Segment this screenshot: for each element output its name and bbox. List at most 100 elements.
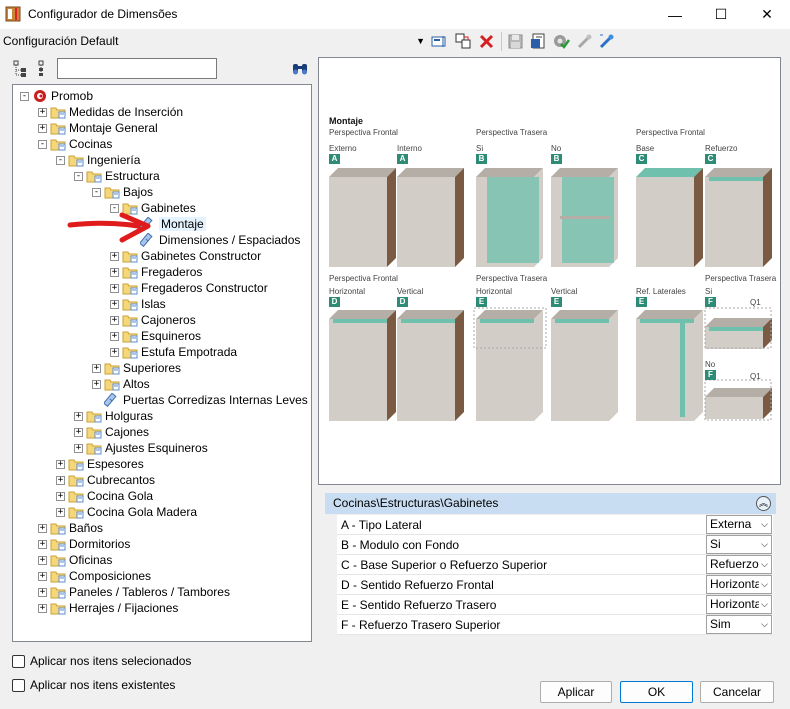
tree-item[interactable]: + Altos	[92, 376, 150, 392]
tree-item-label: Cubrecantos	[87, 473, 156, 487]
tree-item[interactable]: + Herrajes / Fijaciones	[38, 600, 178, 616]
tree-item[interactable]: + Cajones	[74, 424, 149, 440]
expand-icon[interactable]: +	[38, 555, 47, 565]
collapse-icon[interactable]: -	[20, 91, 29, 101]
tree-item[interactable]: + Paneles / Tableros / Tambores	[38, 584, 230, 600]
property-value-select[interactable]: Si ⌵	[706, 535, 772, 554]
tree-item[interactable]: - Cocinas	[38, 136, 112, 152]
tree-item[interactable]: + Esquineros	[110, 328, 201, 344]
cabinet-stripe	[709, 327, 763, 331]
expand-icon[interactable]: +	[56, 491, 65, 501]
tree-item[interactable]: + Cocina Gola Madera	[56, 504, 197, 520]
save-icon[interactable]	[507, 33, 524, 50]
delete-icon[interactable]	[478, 33, 495, 50]
apply-existing-checkbox[interactable]	[12, 678, 25, 692]
property-value-select[interactable]: Horizonta ⌵	[706, 575, 772, 594]
expand-icon[interactable]: +	[38, 587, 47, 597]
tree-item[interactable]: + Fregaderos	[110, 264, 202, 280]
expand-icon[interactable]: +	[38, 571, 47, 581]
property-value-select[interactable]: Refuerzo ⌵	[706, 555, 772, 574]
binoculars-icon[interactable]	[292, 62, 308, 76]
tree-item[interactable]: + Composiciones	[38, 568, 151, 584]
expand-icon[interactable]: +	[92, 379, 101, 389]
folder-icon	[50, 603, 66, 615]
tree-item[interactable]: + Ajustes Esquineros	[74, 440, 208, 456]
apply-button[interactable]: Aplicar	[540, 681, 612, 703]
expand-icon[interactable]: +	[38, 107, 47, 117]
copy-config-icon[interactable]	[455, 33, 472, 50]
expand-icon[interactable]: +	[110, 299, 119, 309]
tree-item[interactable]: + Cubrecantos	[56, 472, 155, 488]
cabinet-top	[329, 310, 396, 319]
tree-item[interactable]: - Promob	[20, 88, 93, 104]
property-value-select[interactable]: Externa ⌵	[706, 515, 772, 534]
tree-search-input[interactable]	[57, 58, 217, 79]
expand-icon[interactable]: +	[110, 251, 119, 261]
expand-icon[interactable]: +	[110, 331, 119, 341]
chevron-down-icon: ⌵	[759, 576, 768, 593]
cabinet-top	[551, 168, 618, 177]
tree-item[interactable]: + Baños	[38, 520, 103, 536]
tree-item[interactable]: + Cocina Gola	[56, 488, 153, 504]
tree-item[interactable]: + Fregaderos Constructor	[110, 280, 268, 296]
expand-icon[interactable]: +	[110, 315, 119, 325]
tree-item[interactable]: + Dormitorios	[38, 536, 130, 552]
tree-item[interactable]: - Estructura	[74, 168, 160, 184]
tree-item[interactable]: Puertas Corredizas Internas Leves	[92, 392, 308, 408]
tool-icon[interactable]	[576, 33, 593, 50]
apply-check-icon[interactable]	[553, 33, 570, 50]
tree-item[interactable]: - Ingeniería	[56, 152, 140, 168]
configuration-tree[interactable]: - Promob + Medidas de Inserción + Montaje Gen…	[12, 84, 312, 642]
tree-item[interactable]: + Estufa Empotrada	[110, 344, 237, 360]
apply-selected-checkbox-row[interactable]: Aplicar nos itens selecionados	[12, 653, 191, 669]
expand-icon[interactable]: +	[38, 603, 47, 613]
expand-icon[interactable]: +	[74, 443, 83, 453]
close-button[interactable]: ✕	[744, 0, 790, 29]
expand-icon[interactable]: +	[110, 283, 119, 293]
tree-item[interactable]: + Espesores	[56, 456, 144, 472]
configuration-select[interactable]: Configuración Default ▼	[0, 31, 428, 52]
tree-item[interactable]: + Gabinetes Constructor	[110, 248, 261, 264]
property-value-select[interactable]: Horizonta ⌵	[706, 595, 772, 614]
preview-label: Vertical	[551, 287, 578, 296]
apply-existing-checkbox-row[interactable]: Aplicar nos itens existentes	[12, 677, 175, 693]
expand-icon[interactable]: +	[110, 267, 119, 277]
apply-selected-checkbox[interactable]	[12, 654, 25, 668]
collapse-icon[interactable]: ︽	[756, 496, 771, 511]
collapse-icon[interactable]: -	[56, 155, 65, 165]
tree-item[interactable]: - Bajos	[92, 184, 153, 200]
collapse-icon[interactable]: -	[74, 171, 83, 181]
minimize-button[interactable]: —	[652, 0, 698, 29]
cancel-button[interactable]: Cancelar	[700, 681, 774, 703]
edit-config-icon[interactable]	[431, 33, 448, 50]
expand-icon[interactable]: +	[110, 347, 119, 357]
expand-tree-icon[interactable]	[13, 60, 28, 77]
expand-icon[interactable]: +	[56, 475, 65, 485]
tree-item[interactable]: + Islas	[110, 296, 166, 312]
tree-item[interactable]: + Cajoneros	[110, 312, 196, 328]
tree-item[interactable]: + Superiores	[92, 360, 181, 376]
expand-icon[interactable]: +	[74, 427, 83, 437]
wand-icon[interactable]	[598, 33, 615, 50]
expand-icon[interactable]: +	[38, 123, 47, 133]
maximize-button[interactable]: ☐	[698, 0, 744, 29]
cabinet-front	[329, 319, 387, 421]
expand-icon[interactable]: +	[56, 507, 65, 517]
expand-icon[interactable]: +	[38, 523, 47, 533]
tree-item[interactable]: + Montaje General	[38, 120, 158, 136]
export-icon[interactable]	[530, 33, 547, 50]
tree-item[interactable]: + Holguras	[74, 408, 153, 424]
tree-item[interactable]: + Medidas de Inserción	[38, 104, 183, 120]
collapse-tree-icon[interactable]	[36, 60, 51, 77]
preview-label: Perspectiva Trasera	[476, 274, 548, 283]
ok-button[interactable]: OK	[620, 681, 693, 703]
tree-item[interactable]: + Oficinas	[38, 552, 112, 568]
collapse-icon[interactable]: -	[38, 139, 47, 149]
tree-item-label: Cocinas	[69, 137, 113, 151]
expand-icon[interactable]: +	[92, 363, 101, 373]
expand-icon[interactable]: +	[38, 539, 47, 549]
property-value-select[interactable]: Sim ⌵	[706, 615, 772, 634]
expand-icon[interactable]: +	[56, 459, 65, 469]
collapse-icon[interactable]: -	[92, 187, 101, 197]
expand-icon[interactable]: +	[74, 411, 83, 421]
